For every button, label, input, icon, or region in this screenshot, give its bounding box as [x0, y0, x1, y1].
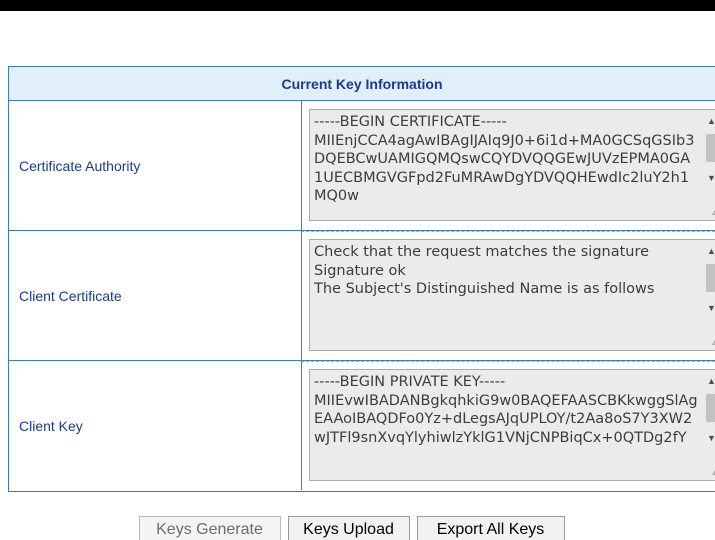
certificate-authority-textarea[interactable]: -----BEGIN CERTIFICATE----- MIIEnjCCA4ag…	[309, 109, 715, 221]
scroll-down-arrow-icon[interactable]: ▼	[703, 300, 715, 316]
client-key-textarea[interactable]: -----BEGIN PRIVATE KEY----- MIIEvwIBADAN…	[309, 369, 715, 481]
client-certificate-text[interactable]: Check that the request matches the signa…	[314, 243, 698, 347]
scroll-up-arrow-icon[interactable]: ▲	[703, 113, 715, 129]
scroll-up-arrow-icon[interactable]: ▲	[703, 373, 715, 389]
panel-header: Current Key Information	[9, 67, 715, 101]
top-bar	[0, 0, 715, 11]
client-certificate-row: Client Certificate Check that the reques…	[9, 231, 715, 362]
current-key-information-panel: Current Key Information Certificate Auth…	[8, 66, 715, 492]
certificate-authority-row: Certificate Authority -----BEGIN CERTIFI…	[9, 101, 715, 232]
column-divider	[301, 231, 302, 360]
scrollbar[interactable]: ▲ ▼	[703, 110, 715, 220]
scroll-thumb[interactable]	[706, 134, 715, 162]
client-key-label: Client Key	[19, 417, 83, 434]
scrollbar[interactable]: ▲ ▼	[703, 240, 715, 350]
column-divider	[301, 361, 302, 490]
scroll-down-arrow-icon[interactable]: ▼	[703, 430, 715, 446]
scroll-down-arrow-icon[interactable]: ▼	[703, 170, 715, 186]
column-divider	[301, 101, 302, 230]
client-certificate-label: Client Certificate	[19, 287, 122, 304]
scroll-thumb[interactable]	[706, 264, 715, 292]
client-key-row: Client Key -----BEGIN PRIVATE KEY----- M…	[9, 361, 715, 490]
scrollbar[interactable]: ▲ ▼	[703, 370, 715, 480]
client-key-text[interactable]: -----BEGIN PRIVATE KEY----- MIIEvwIBADAN…	[314, 373, 698, 477]
button-bar: Keys Generate Keys Upload Export All Key…	[0, 516, 715, 540]
export-all-keys-button[interactable]: Export All Keys	[416, 516, 565, 540]
keys-generate-button[interactable]: Keys Generate	[138, 516, 281, 540]
keys-upload-button[interactable]: Keys Upload	[287, 516, 410, 540]
client-certificate-textarea[interactable]: Check that the request matches the signa…	[309, 239, 715, 351]
certificate-authority-label: Certificate Authority	[19, 157, 141, 174]
scroll-up-arrow-icon[interactable]: ▲	[703, 243, 715, 259]
scroll-thumb[interactable]	[706, 394, 715, 422]
certificate-authority-text[interactable]: -----BEGIN CERTIFICATE----- MIIEnjCCA4ag…	[314, 113, 698, 217]
